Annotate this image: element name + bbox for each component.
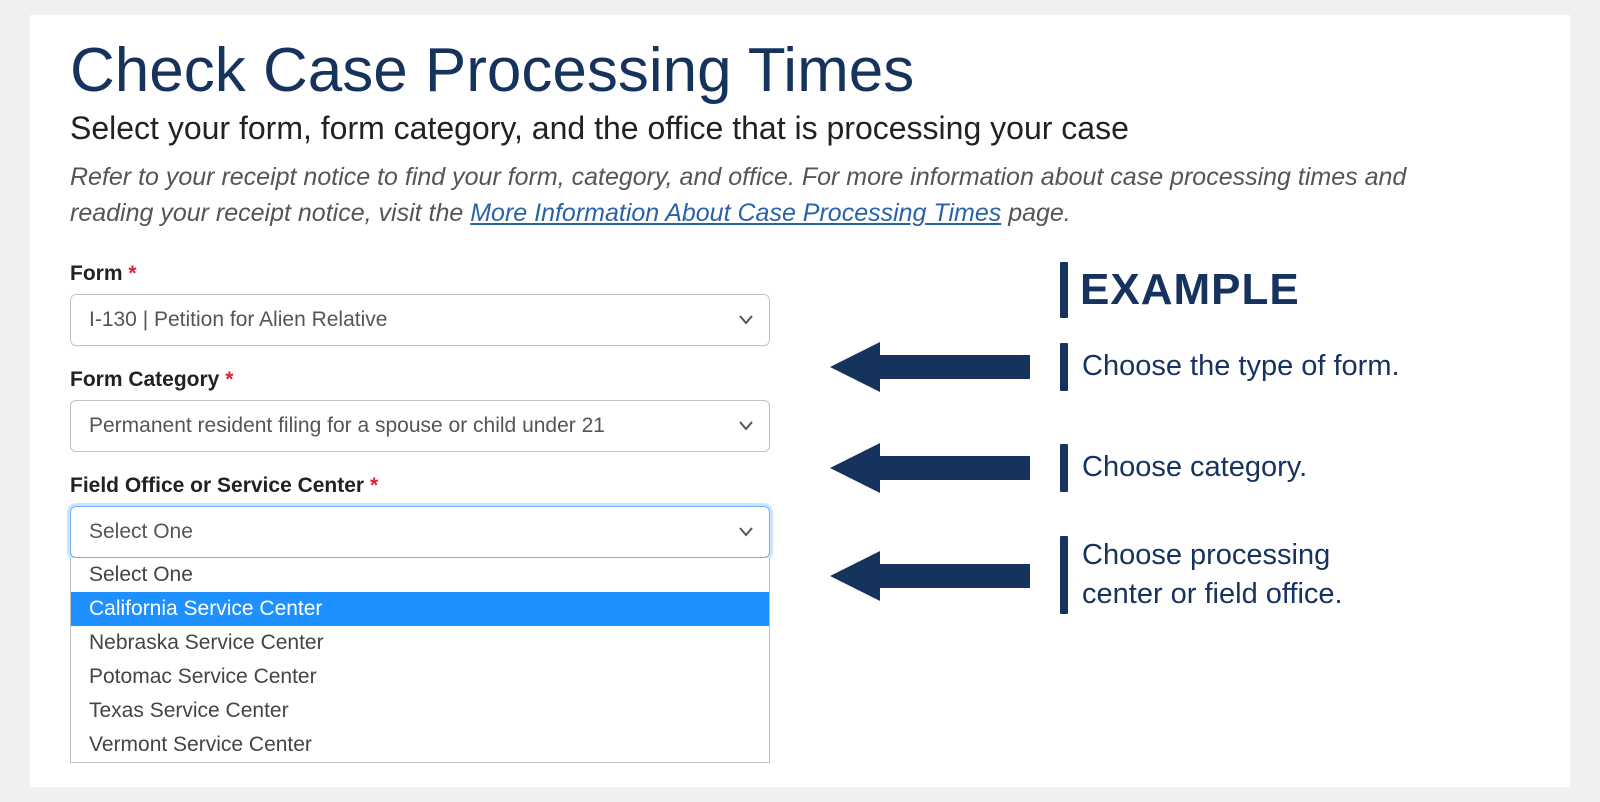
dropdown-option[interactable]: Texas Service Center (71, 694, 769, 728)
dropdown-option[interactable]: Select One (71, 558, 769, 592)
vertical-bar-icon (1060, 536, 1068, 614)
required-star-icon: * (128, 262, 136, 285)
vertical-bar-icon (1060, 262, 1068, 318)
dropdown-option[interactable]: Nebraska Service Center (71, 626, 769, 660)
annotation-text-wrap: Choose category. (1060, 444, 1307, 492)
form-group-category: Form Category * Permanent resident filin… (70, 368, 770, 452)
example-header-text: EXAMPLE (1080, 265, 1300, 315)
form-column: Form * I-130 | Petition for Alien Relati… (70, 262, 770, 580)
office-dropdown: Select One California Service Center Neb… (70, 558, 770, 763)
annotation-text-wrap: Choose the type of form. (1060, 343, 1400, 391)
more-info-link[interactable]: More Information About Case Processing T… (470, 199, 1001, 227)
chevron-down-icon (739, 421, 753, 431)
form-select[interactable]: I-130 | Petition for Alien Relative (70, 294, 770, 346)
content-area: Form * I-130 | Petition for Alien Relati… (70, 262, 1530, 614)
category-select[interactable]: Permanent resident filing for a spouse o… (70, 400, 770, 452)
office-select[interactable]: Select One (70, 506, 770, 558)
vertical-bar-icon (1060, 343, 1068, 391)
annotation-text-form: Choose the type of form. (1082, 347, 1400, 386)
annotation-row-office: Choose processing center or field office… (830, 536, 1530, 614)
arrow-left-icon (830, 337, 1040, 397)
office-select-wrapper: Select One Select One California Service… (70, 506, 770, 558)
page-title: Check Case Processing Times (70, 35, 1530, 106)
dropdown-option[interactable]: California Service Center (71, 592, 769, 626)
form-group-form: Form * I-130 | Petition for Alien Relati… (70, 262, 770, 346)
arrow-left-icon (830, 438, 1040, 498)
annotation-row-form: Choose the type of form. (830, 326, 1530, 408)
required-star-icon: * (225, 368, 233, 391)
annotation-text-office: Choose processing center or field office… (1082, 536, 1402, 614)
dropdown-option[interactable]: Potomac Service Center (71, 660, 769, 694)
required-star-icon: * (370, 474, 378, 497)
office-label-text: Field Office or Service Center (70, 474, 364, 497)
office-select-value: Select One (89, 520, 193, 544)
page-description: Refer to your receipt notice to find you… (70, 159, 1490, 232)
dropdown-option[interactable]: Vermont Service Center (71, 728, 769, 762)
office-label: Field Office or Service Center * (70, 474, 770, 498)
category-select-value: Permanent resident filing for a spouse o… (89, 414, 605, 438)
form-group-office: Field Office or Service Center * Select … (70, 474, 770, 558)
annotation-text-wrap: Choose processing center or field office… (1060, 536, 1402, 614)
category-label-text: Form Category (70, 368, 219, 391)
annotation-text-category: Choose category. (1082, 448, 1307, 487)
chevron-down-icon (739, 527, 753, 537)
annotation-row-category: Choose category. (830, 422, 1530, 514)
form-select-value: I-130 | Petition for Alien Relative (89, 308, 387, 332)
vertical-bar-icon (1060, 444, 1068, 492)
form-label: Form * (70, 262, 770, 286)
category-label: Form Category * (70, 368, 770, 392)
arrow-left-icon (830, 536, 1040, 606)
page-container: Check Case Processing Times Select your … (30, 15, 1570, 787)
example-header: EXAMPLE (1060, 262, 1530, 318)
annotation-column: EXAMPLE Choose the type of form. (830, 262, 1530, 614)
chevron-down-icon (739, 315, 753, 325)
form-label-text: Form (70, 262, 123, 285)
page-description-post: page. (1001, 199, 1071, 227)
page-subtitle: Select your form, form category, and the… (70, 110, 1530, 147)
